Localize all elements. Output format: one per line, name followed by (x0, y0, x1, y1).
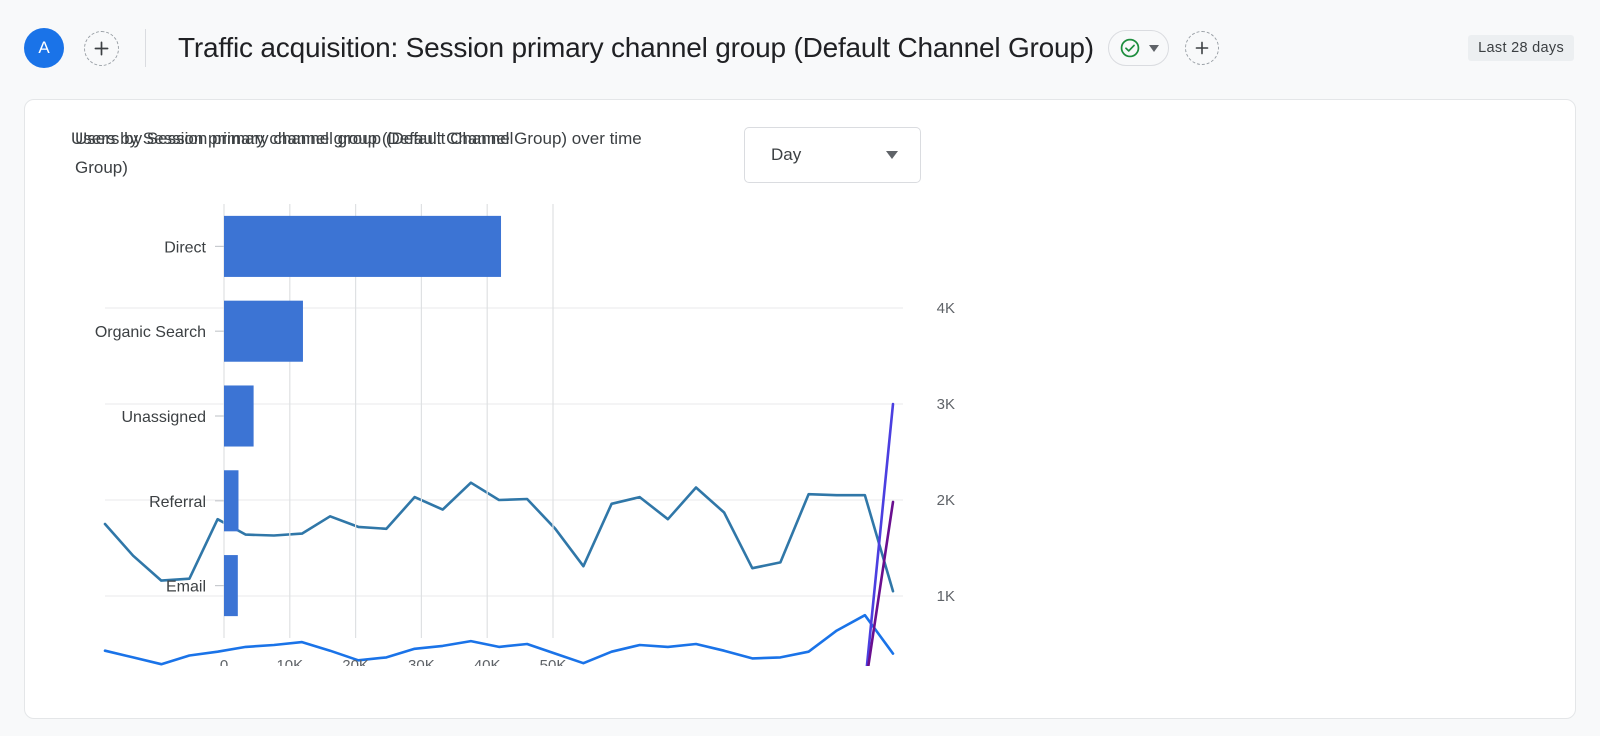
y-axis-tick-label: 3K (937, 396, 955, 413)
app-header: A Traffic acquisition: Session primary c… (0, 0, 1600, 96)
bar-category-label: Direct (164, 239, 206, 256)
comparison-status-chip[interactable] (1108, 30, 1169, 66)
bar-email[interactable] (224, 555, 238, 616)
x-axis-tick-label: 30K (408, 657, 435, 666)
x-axis-tick-label: 50K (540, 657, 567, 666)
bar-category-label: Unassigned (122, 409, 207, 426)
granularity-value: Day (771, 145, 801, 165)
bar-category-label: Organic Search (95, 324, 206, 341)
plus-icon (1194, 40, 1210, 56)
granularity-select[interactable]: Day (744, 127, 921, 183)
bar-unassigned[interactable] (224, 385, 254, 446)
bar-category-label: Email (166, 579, 206, 596)
x-axis-tick-label: 40K (474, 657, 501, 666)
bar-chart-panel: Users by Session primary channel group (… (25, 100, 617, 719)
y-axis-tick-label: 4K (937, 300, 955, 317)
date-range-badge[interactable]: Last 28 days (1468, 35, 1574, 61)
y-axis-tick-label: 1K (937, 588, 955, 605)
add-comparison-button[interactable] (1185, 31, 1219, 65)
check-circle-icon (1119, 37, 1141, 59)
plus-icon (93, 40, 110, 57)
bar-direct[interactable] (224, 216, 501, 277)
x-axis-tick-label: 0 (220, 657, 228, 666)
header-divider (145, 29, 146, 67)
x-axis-tick-label: 10K (276, 657, 303, 666)
avatar-letter: A (38, 38, 49, 58)
bar-organic-search[interactable] (224, 301, 303, 362)
page-title: Traffic acquisition: Session primary cha… (178, 32, 1094, 64)
avatar[interactable]: A (24, 28, 64, 68)
x-axis-tick-label: 20K (342, 657, 369, 666)
add-account-button[interactable] (84, 31, 119, 66)
bar-chart-title: Users by Session primary channel group (… (75, 124, 565, 182)
bar-chart[interactable]: 0 10K 20K 30K 40K 50K Direct Organic Search Unas… (25, 196, 617, 666)
chevron-down-icon (886, 151, 898, 159)
chevron-down-icon (1149, 45, 1159, 52)
bar-category-label: Referral (149, 494, 206, 511)
bar-referral[interactable] (224, 470, 238, 531)
y-axis-tick-label: 2K (937, 492, 955, 509)
report-card: Users by Session primary channel group (… (24, 99, 1576, 719)
